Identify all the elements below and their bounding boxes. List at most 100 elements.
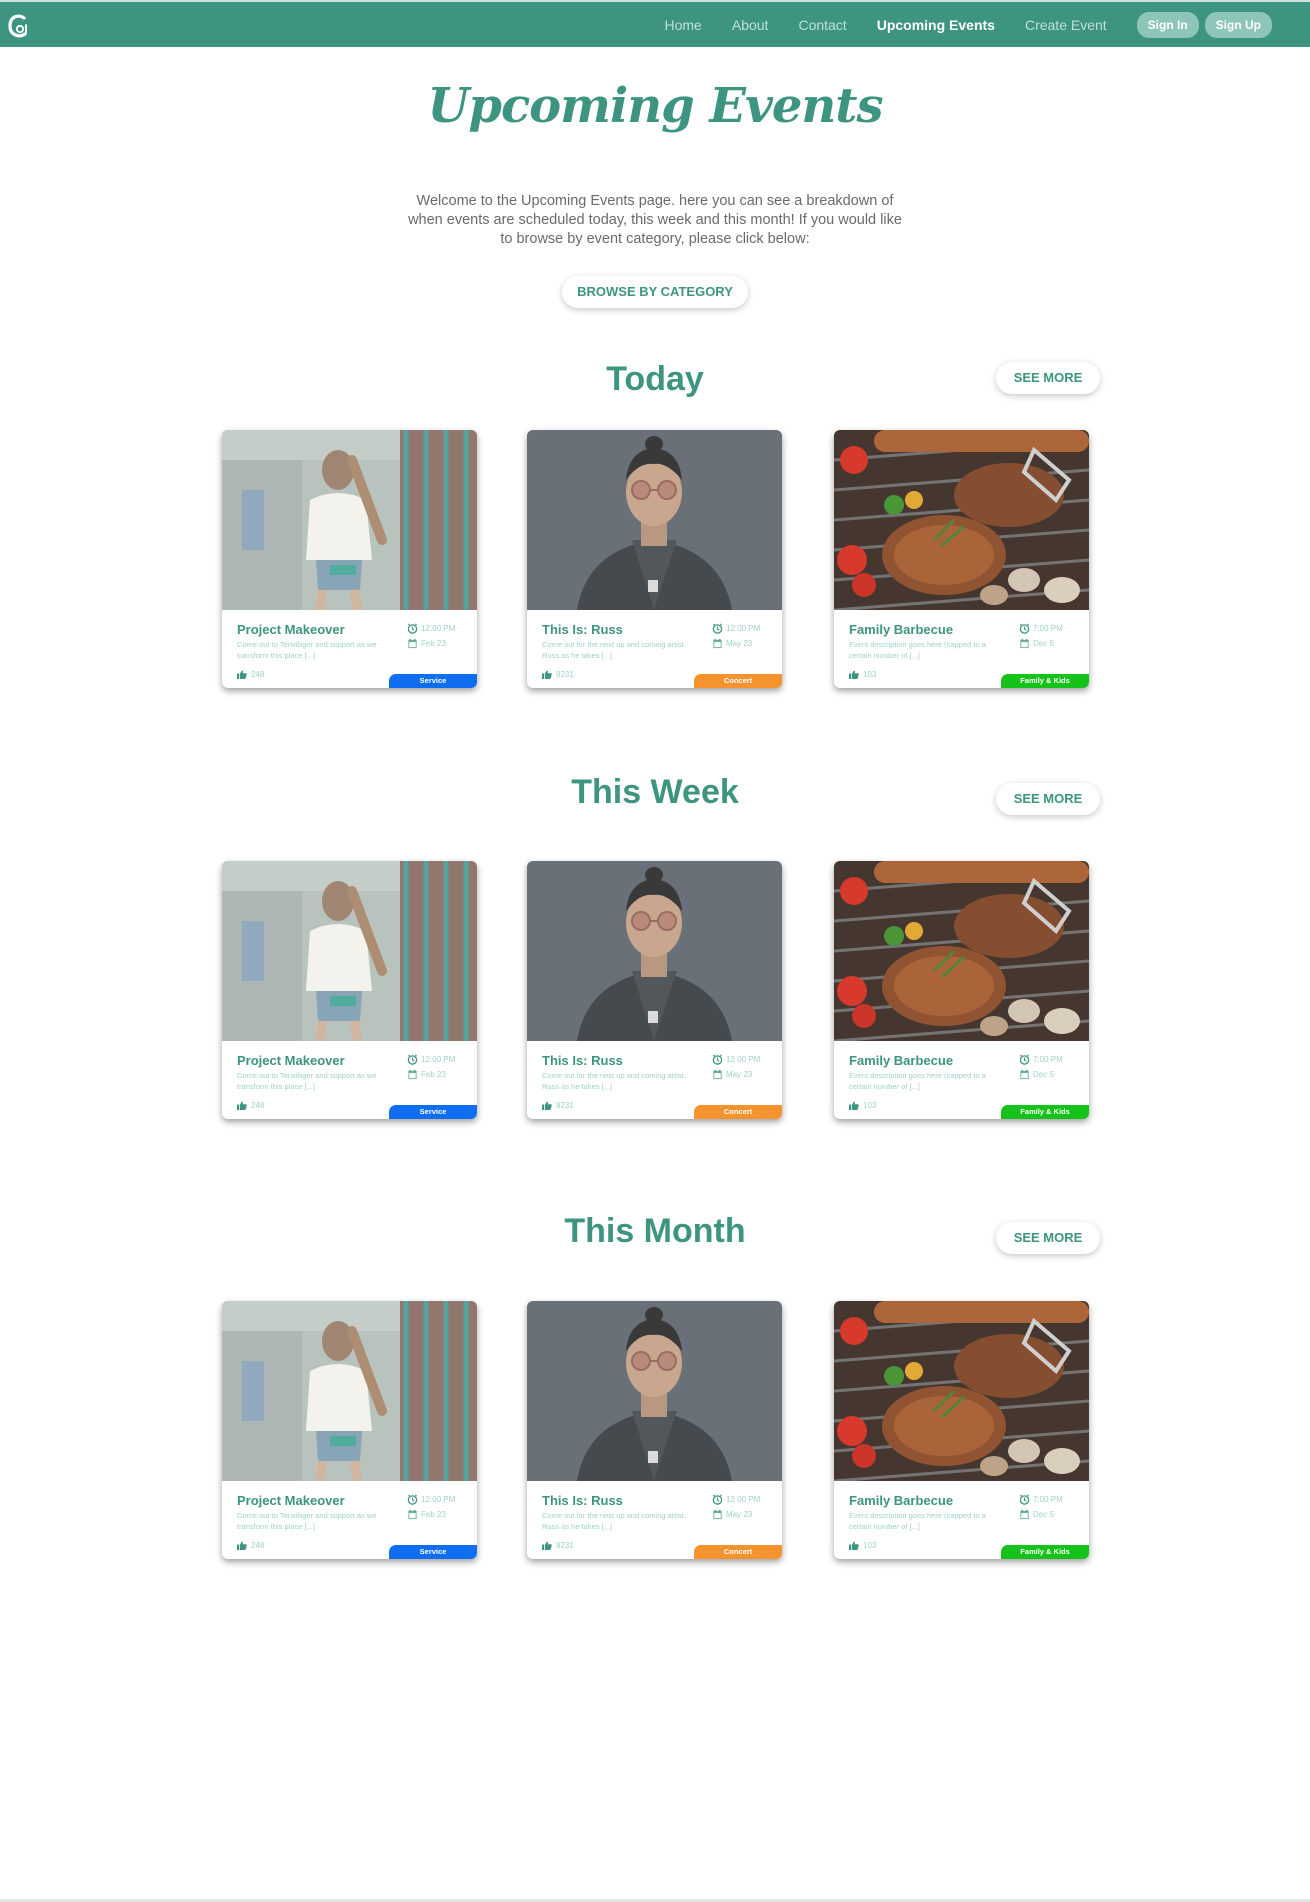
category-badge[interactable]: Family & Kids (1001, 1545, 1089, 1559)
nav-link-home[interactable]: Home (665, 17, 702, 33)
event-title[interactable]: This Is: Russ (542, 622, 623, 637)
event-card[interactable]: Project Makeover Come out to Terwilliger … (222, 1301, 477, 1559)
event-meta: 12:00 PM Feb 23 (407, 1492, 473, 1522)
category-badge[interactable]: Concert (694, 1105, 782, 1119)
clock-icon (1019, 623, 1030, 634)
sign-up-button[interactable]: Sign Up (1204, 11, 1272, 38)
event-likes[interactable]: 248 (237, 670, 264, 679)
event-meta: 12:00 PM May 23 (712, 1052, 778, 1082)
event-title[interactable]: This Is: Russ (542, 1053, 623, 1068)
event-likes-count: 9231 (556, 1101, 574, 1110)
event-time: 7:00 PM (1019, 621, 1085, 636)
see-more-button-this-month[interactable]: SEE MORE (996, 1222, 1100, 1254)
event-time-value: 7:00 PM (1033, 1055, 1063, 1064)
event-likes-count: 248 (251, 670, 265, 679)
event-likes[interactable]: 9231 (542, 670, 574, 679)
page-title: Upcoming Events (427, 78, 884, 134)
event-title[interactable]: Family Barbecue (849, 1493, 953, 1508)
event-time-value: 12:00 PM (726, 624, 761, 633)
event-time-value: 12:00 PM (421, 624, 456, 633)
see-more-button-this-week[interactable]: SEE MORE (996, 783, 1100, 815)
thumbs-up-icon[interactable] (542, 1101, 552, 1110)
event-date-value: Feb 23 (421, 1070, 446, 1079)
clock-icon (712, 1054, 723, 1065)
category-badge[interactable]: Family & Kids (1001, 674, 1089, 688)
event-card[interactable]: This Is: Russ Come out for the next up an… (527, 1301, 782, 1559)
event-card[interactable]: This Is: Russ Come out for the next up an… (527, 430, 782, 688)
event-card[interactable]: Family Barbecue Event description goes he… (834, 861, 1089, 1119)
thumbs-up-icon[interactable] (542, 1541, 552, 1550)
event-date-value: Feb 23 (421, 639, 446, 648)
thumbs-up-icon[interactable] (849, 1541, 859, 1550)
event-date: Feb 23 (407, 1067, 473, 1082)
category-badge[interactable]: Service (389, 674, 477, 688)
event-date-value: May 23 (726, 639, 753, 648)
event-date-value: Dec 5 (1033, 639, 1054, 648)
category-badge[interactable]: Service (389, 1105, 477, 1119)
event-title[interactable]: Family Barbecue (849, 1053, 953, 1068)
event-image (527, 861, 782, 1041)
event-time-value: 12:00 PM (421, 1055, 456, 1064)
nav-link-about[interactable]: About (732, 17, 769, 33)
calendar-icon (408, 638, 417, 649)
thumbs-up-icon[interactable] (849, 1101, 859, 1110)
nav-link-create-event[interactable]: Create Event (1025, 17, 1107, 33)
event-likes-count: 9231 (556, 1541, 574, 1550)
event-card[interactable]: Family Barbecue Event description goes he… (834, 1301, 1089, 1559)
thumbs-up-icon[interactable] (237, 1541, 247, 1550)
event-likes[interactable]: 103 (849, 1541, 876, 1550)
event-likes[interactable]: 9231 (542, 1101, 574, 1110)
event-title[interactable]: Family Barbecue (849, 622, 953, 637)
event-description: Come out for the next up and coming arti… (542, 640, 686, 660)
event-likes[interactable]: 9231 (542, 1541, 574, 1550)
category-badge[interactable]: Concert (694, 674, 782, 688)
event-meta: 12:00 PM Feb 23 (407, 1052, 473, 1082)
calendar-icon (713, 1509, 722, 1520)
event-image (527, 430, 782, 610)
event-date-value: May 23 (726, 1510, 753, 1519)
event-meta: 7:00 PM Dec 5 (1019, 1492, 1085, 1522)
event-time: 12:00 PM (407, 1052, 473, 1067)
event-title[interactable]: This Is: Russ (542, 1493, 623, 1508)
event-likes[interactable]: 103 (849, 1101, 876, 1110)
event-card[interactable]: Family Barbecue Event description goes he… (834, 430, 1089, 688)
event-description: Come out to Terwilliger and support as w… (237, 1071, 377, 1091)
nav-link-upcoming-events[interactable]: Upcoming Events (877, 17, 995, 33)
thumbs-up-icon[interactable] (237, 670, 247, 679)
thumbs-up-icon[interactable] (237, 1101, 247, 1110)
event-date-value: Dec 5 (1033, 1510, 1054, 1519)
event-card[interactable]: Project Makeover Come out to Terwilliger … (222, 430, 477, 688)
event-image (222, 1301, 477, 1481)
event-card[interactable]: This Is: Russ Come out for the next up an… (527, 861, 782, 1119)
event-likes[interactable]: 248 (237, 1541, 264, 1550)
event-date: Feb 23 (407, 636, 473, 651)
event-description: Come out to Terwilliger and support as w… (237, 640, 377, 660)
section-title-today: Today (606, 360, 704, 398)
browse-by-category-button[interactable]: BROWSE BY CATEGORY (562, 276, 748, 308)
event-time: 12:00 PM (712, 621, 778, 636)
nav-link-contact[interactable]: Contact (798, 17, 846, 33)
event-title[interactable]: Project Makeover (237, 1053, 345, 1068)
clock-icon (712, 1494, 723, 1505)
event-date-value: May 23 (726, 1070, 753, 1079)
section-title-this-week: This Week (571, 773, 739, 811)
category-badge[interactable]: Family & Kids (1001, 1105, 1089, 1119)
see-more-button-today[interactable]: SEE MORE (996, 362, 1100, 394)
calendar-icon (1020, 1509, 1029, 1520)
event-title[interactable]: Project Makeover (237, 622, 345, 637)
sign-in-button[interactable]: Sign In (1136, 11, 1199, 38)
event-date: Dec 5 (1019, 1067, 1085, 1082)
logo-icon[interactable] (7, 12, 33, 40)
event-likes[interactable]: 103 (849, 670, 876, 679)
event-likes-count: 103 (863, 670, 877, 679)
calendar-icon (1020, 638, 1029, 649)
nav-links: Home About Contact Upcoming Events Creat… (665, 2, 1310, 47)
event-card[interactable]: Project Makeover Come out to Terwilliger … (222, 861, 477, 1119)
event-image (222, 430, 477, 610)
category-badge[interactable]: Concert (694, 1545, 782, 1559)
thumbs-up-icon[interactable] (542, 670, 552, 679)
category-badge[interactable]: Service (389, 1545, 477, 1559)
event-likes[interactable]: 248 (237, 1101, 264, 1110)
thumbs-up-icon[interactable] (849, 670, 859, 679)
event-title[interactable]: Project Makeover (237, 1493, 345, 1508)
